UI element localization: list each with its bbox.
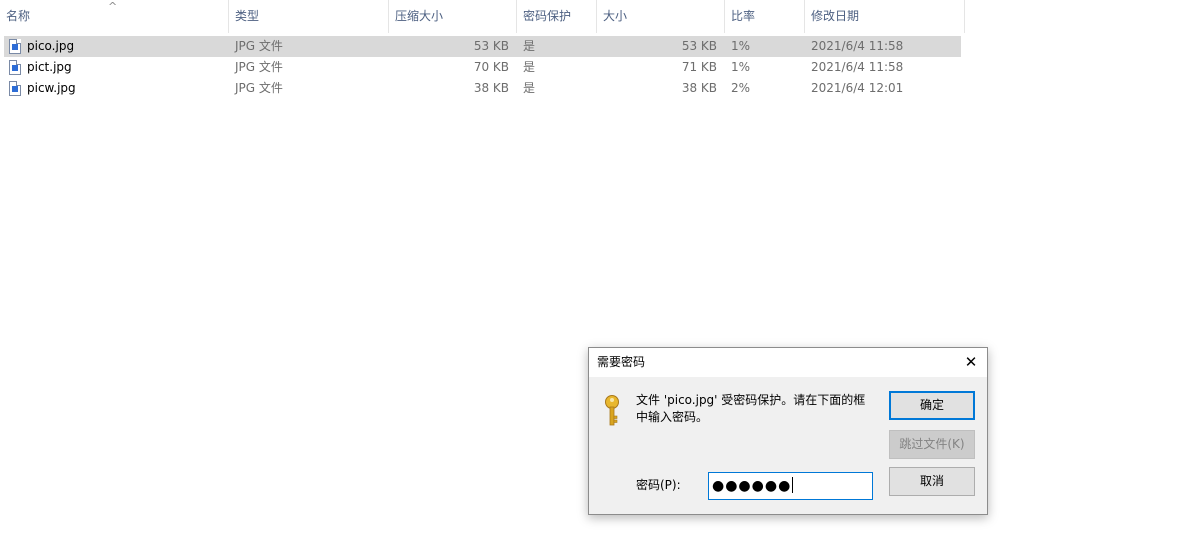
key-icon xyxy=(605,395,619,426)
table-row[interactable]: picw.jpg JPG 文件 38 KB 是 38 KB 2% 2021/6/… xyxy=(4,78,961,99)
column-header-password[interactable]: 密码保护 xyxy=(517,0,597,33)
dialog-message: 文件 'pico.jpg' 受密码保护。请在下面的框中输入密码。 xyxy=(636,393,866,424)
password-label: 密码(P): xyxy=(636,478,681,492)
file-ratio: 1% xyxy=(731,39,751,53)
column-header-size[interactable]: 大小 xyxy=(597,0,725,33)
column-header-modified[interactable]: 修改日期 xyxy=(805,0,965,33)
column-header-ratio[interactable]: 比率 xyxy=(725,0,805,33)
file-packed-size: 70 KB xyxy=(473,60,509,74)
skip-file-button[interactable]: 跳过文件(K) xyxy=(889,430,975,459)
file-protected: 是 xyxy=(523,60,536,74)
file-type: JPG 文件 xyxy=(235,81,283,95)
file-size: 71 KB xyxy=(681,60,717,74)
text-caret xyxy=(792,477,794,493)
file-size: 38 KB xyxy=(681,81,717,95)
column-header-type[interactable]: 类型 xyxy=(229,0,389,33)
file-modified: 2021/6/4 11:58 xyxy=(811,60,904,74)
jpg-file-icon xyxy=(9,60,21,75)
column-header-packed-size[interactable]: 压缩大小 xyxy=(389,0,517,33)
file-type: JPG 文件 xyxy=(235,60,283,74)
file-modified: 2021/6/4 12:01 xyxy=(811,81,904,95)
file-modified: 2021/6/4 11:58 xyxy=(811,39,904,53)
password-mask: ●●●●●● xyxy=(712,478,792,494)
file-protected: 是 xyxy=(523,81,536,95)
close-button[interactable]: ✕ xyxy=(955,348,987,377)
password-dialog: 需要密码 ✕ 文件 'pico.jpg' 受密码保护。请在下面的框中输入密码。 … xyxy=(588,347,988,515)
dialog-title-bar[interactable]: 需要密码 ✕ xyxy=(589,348,987,377)
file-type: JPG 文件 xyxy=(235,39,283,53)
file-list-header: 名称 ^ 类型 压缩大小 密码保护 大小 比率 修改日期 xyxy=(0,0,965,33)
table-row[interactable]: pict.jpg JPG 文件 70 KB 是 71 KB 1% 2021/6/… xyxy=(4,57,961,78)
file-ratio: 1% xyxy=(731,60,751,74)
dialog-title: 需要密码 xyxy=(597,355,646,369)
sort-ascending-icon: ^ xyxy=(108,0,118,13)
ok-button[interactable]: 确定 xyxy=(889,391,975,420)
cancel-button[interactable]: 取消 xyxy=(889,467,975,496)
jpg-file-icon xyxy=(9,81,21,96)
file-name: pico.jpg xyxy=(27,39,75,53)
file-ratio: 2% xyxy=(731,81,751,95)
jpg-file-icon xyxy=(9,39,21,54)
table-row[interactable]: pico.jpg JPG 文件 53 KB 是 53 KB 1% 2021/6/… xyxy=(4,36,961,57)
file-size: 53 KB xyxy=(681,39,717,53)
file-name: pict.jpg xyxy=(27,60,72,74)
file-name: picw.jpg xyxy=(27,81,76,95)
file-protected: 是 xyxy=(523,39,536,53)
file-packed-size: 38 KB xyxy=(473,81,509,95)
file-packed-size: 53 KB xyxy=(473,39,509,53)
password-input[interactable]: ●●●●●● xyxy=(708,472,873,500)
close-icon: ✕ xyxy=(964,353,978,371)
column-header-name[interactable]: 名称 ^ xyxy=(0,0,229,33)
